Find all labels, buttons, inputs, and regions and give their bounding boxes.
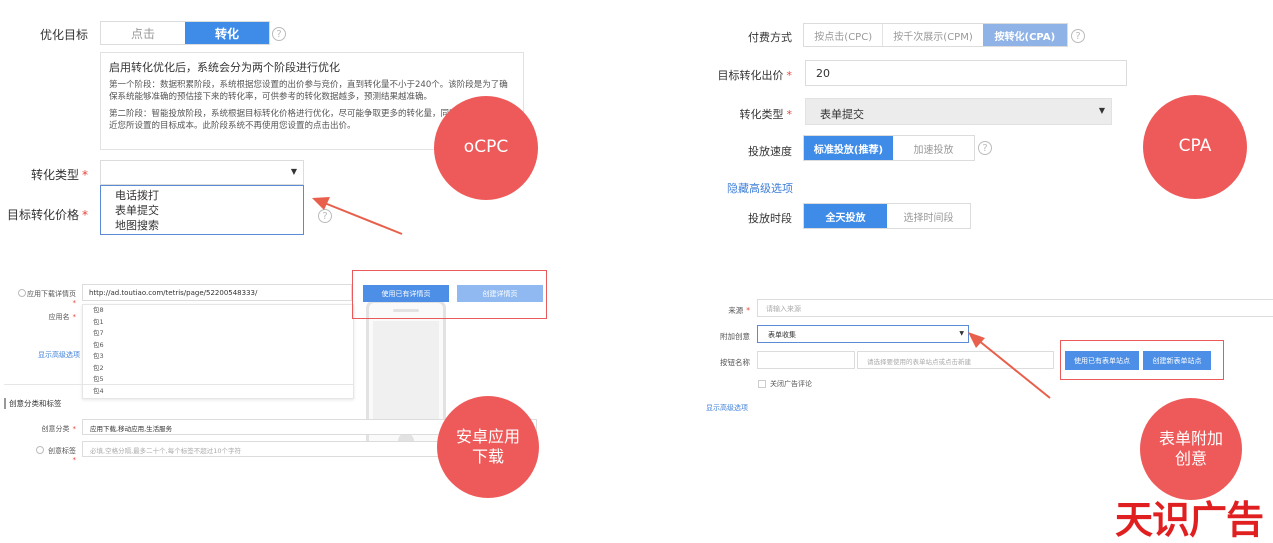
tags-placeholder: 必填,空格分隔,最多二十个,每个标签不超过10个字符 [90, 447, 241, 455]
url-value: http://ad.toutiao.com/tetris/page/522005… [89, 289, 258, 297]
period-segmented: 全天投放 选择时间段 [803, 203, 971, 229]
conv-type-label: 转化类型 * [30, 168, 88, 182]
close-comment-label: 关闭广告评论 [770, 380, 812, 388]
android-advanced-link[interactable]: 显示高级选项 [38, 350, 80, 360]
chevron-down-icon: ▼ [1098, 106, 1105, 115]
form-advanced-link[interactable]: 显示高级选项 [706, 403, 748, 413]
cpa-conv-type-select[interactable]: 表单提交 ▼ [805, 98, 1112, 125]
speed-option-standard[interactable]: 标准投放(推荐) [804, 136, 893, 160]
url-input[interactable]: http://ad.toutiao.com/tetris/page/522005… [82, 284, 352, 301]
pay-label: 付费方式 [748, 31, 792, 44]
attach-select[interactable]: 表单收集 ▼ [757, 325, 969, 343]
cpa-badge: CPA [1143, 95, 1247, 199]
goal-option-conversion[interactable]: 转化 [185, 22, 269, 44]
goal-option-click[interactable]: 点击 [101, 22, 185, 44]
pay-option-cpm[interactable]: 按千次展示(CPM) [883, 24, 982, 46]
info-title: 启用转化优化后，系统会分为两个阶段进行优化 [109, 61, 340, 74]
conv-type-value: 表单提交 [820, 108, 864, 121]
period-option-all-day[interactable]: 全天投放 [804, 204, 887, 228]
section-title: 创意分类和标签 [4, 398, 62, 409]
package-item[interactable]: 包4 [83, 386, 353, 398]
info-paragraph-1: 第一个阶段：数据积累阶段，系统根据您设置的出价参与竞价，直到转化量不小于240个… [109, 80, 508, 103]
button-name-input[interactable] [757, 351, 855, 369]
package-item[interactable]: 包3 [83, 351, 353, 363]
speed-label: 投放速度 [748, 145, 792, 158]
chevron-down-icon: ▼ [290, 167, 297, 176]
dropdown-option[interactable]: 电话拨打 [101, 188, 303, 203]
bid-value: 20 [816, 67, 830, 80]
dropdown-option[interactable]: 地图搜索 [101, 218, 303, 233]
use-existing-page-button[interactable]: 使用已有详情页 [363, 285, 449, 302]
package-item[interactable]: 包8 [83, 305, 353, 317]
help-icon[interactable] [18, 289, 26, 297]
advanced-toggle-link[interactable]: 隐藏高级选项 [727, 180, 793, 196]
package-item[interactable]: 包7 [83, 328, 353, 340]
dropdown-option[interactable]: 表单提交 [101, 203, 303, 218]
divider [4, 384, 354, 385]
ocpc-badge: oCPC [434, 96, 538, 200]
pay-option-cpc[interactable]: 按点击(CPC) [804, 24, 884, 46]
target-price-label: 目标转化价格 * [6, 208, 88, 222]
url-label: 应用下载详情页* [27, 290, 76, 307]
help-icon[interactable]: ? [978, 141, 992, 155]
package-item[interactable]: 包6 [83, 340, 353, 352]
app-name-label: 应用名 * [48, 313, 77, 321]
category-label: 创意分类 * [41, 425, 77, 433]
conv-type-dropdown: 电话拨打 表单提交 地图搜索 [100, 185, 304, 235]
help-icon[interactable]: ? [272, 27, 286, 41]
package-item[interactable]: 包2 [83, 363, 353, 375]
form-badge: 表单附加 创意 [1140, 398, 1242, 500]
pay-segmented: 按点击(CPC) 按千次展示(CPM) 按转化(CPA) [803, 23, 1068, 47]
period-option-custom[interactable]: 选择时间段 [887, 204, 970, 228]
cpa-conv-type-label: 转化类型 * [739, 108, 793, 121]
bid-label: 目标转化出价 * [717, 69, 793, 82]
close-comment-checkbox[interactable] [758, 380, 766, 388]
source-label: 来源 * [728, 306, 750, 315]
brand-logo: 天识广告 [1115, 498, 1264, 542]
bid-input[interactable]: 20 [805, 60, 1127, 86]
attach-value: 表单收集 [768, 331, 796, 339]
pay-option-cpa[interactable]: 按转化(CPA) [982, 24, 1068, 46]
tags-label: 创意标签* [48, 447, 76, 464]
create-form-button[interactable]: 创建新表单站点 [1143, 351, 1211, 370]
form-site-placeholder: 请选择要使用的表单站点或点击新建 [867, 358, 971, 366]
create-page-button[interactable]: 创建详情页 [457, 285, 543, 302]
conv-type-select[interactable]: ▼ [100, 160, 304, 185]
goal-segmented: 点击 转化 [100, 21, 270, 45]
package-item[interactable]: 包1 [83, 317, 353, 329]
period-label: 投放时段 [748, 212, 792, 225]
button-name-label: 按钮名称 [720, 358, 750, 367]
help-icon[interactable]: ? [1071, 29, 1085, 43]
android-badge: 安卓应用 下载 [437, 396, 539, 498]
source-input[interactable]: 请输入来源 [757, 299, 1273, 317]
category-value: 应用下载,移动应用,生活服务 [90, 425, 173, 433]
goal-label: 优化目标 [39, 28, 88, 42]
speed-segmented: 标准投放(推荐) 加速投放 [803, 135, 975, 161]
speed-option-accelerated[interactable]: 加速投放 [893, 136, 974, 160]
arrow-icon [312, 197, 403, 235]
attach-label: 附加创意 [720, 332, 750, 341]
source-placeholder: 请输入来源 [766, 305, 801, 313]
use-existing-form-button[interactable]: 使用已有表单站点 [1065, 351, 1139, 370]
arrow-icon [968, 332, 1051, 399]
